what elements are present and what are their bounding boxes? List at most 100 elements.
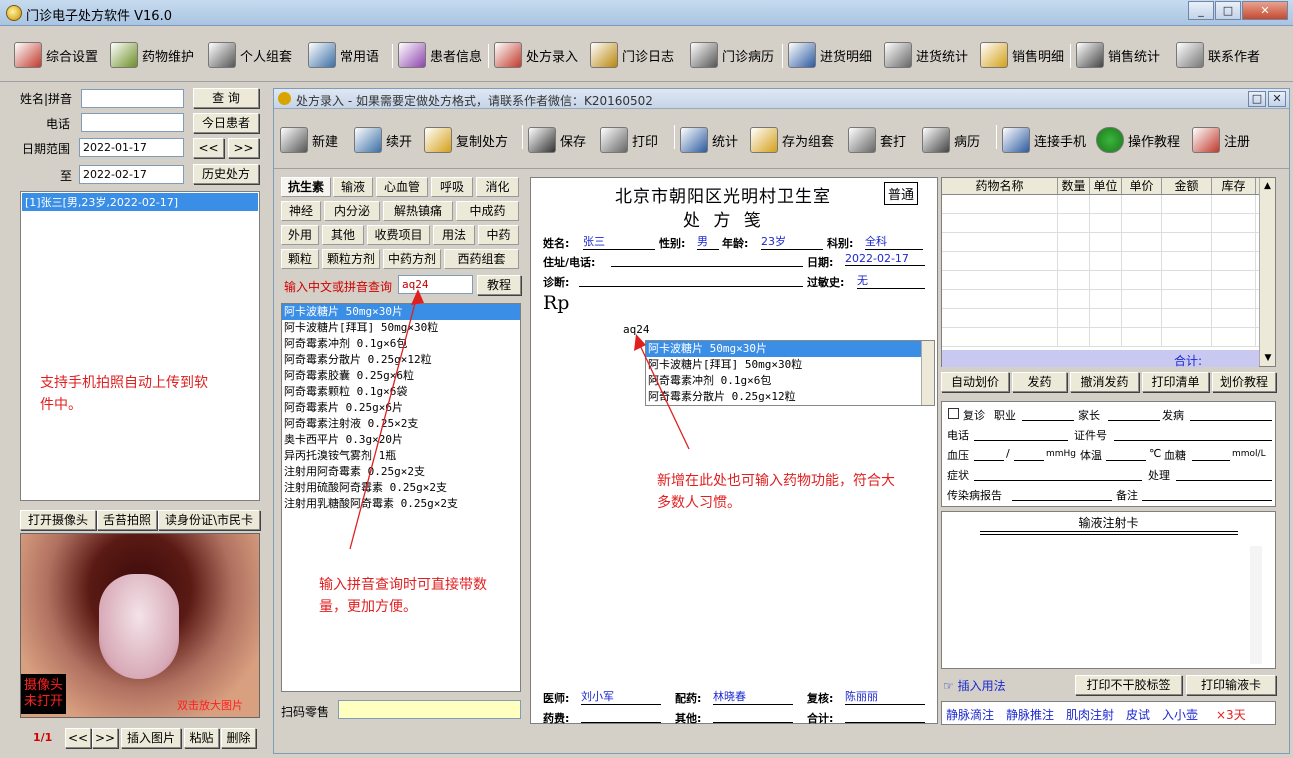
grid-cell[interactable] [1090, 233, 1122, 251]
tongue-photo-button[interactable]: 舌苔拍照 [97, 510, 157, 530]
grid-cell[interactable] [1058, 309, 1090, 327]
grid-row[interactable] [942, 195, 1275, 214]
prev-image-button[interactable]: << [65, 728, 91, 748]
insert-usage-link[interactable]: ☞ 插入用法 [943, 677, 1006, 694]
toolbar-pills-button[interactable]: 药物维护 [110, 40, 194, 70]
route-link[interactable]: 静脉滴注 [946, 706, 994, 723]
scroll-down-icon[interactable]: ▼ [1260, 350, 1276, 366]
grid-row[interactable] [942, 271, 1275, 290]
toolbar-record-button[interactable]: 门诊病历 [690, 40, 774, 70]
next-date-button[interactable]: >> [228, 138, 259, 158]
days-multiplier[interactable]: ×3天 [1216, 706, 1246, 723]
route-link[interactable]: 肌肉注射 [1066, 706, 1114, 723]
route-link[interactable]: 入小壶 [1162, 706, 1198, 723]
toolbar-patients-button[interactable]: 患者信息 [398, 40, 482, 70]
toolbar-chart-edit-button[interactable]: 常用语 [308, 40, 379, 70]
grid-cell[interactable] [942, 271, 1058, 289]
toolbar-bar-chart-button[interactable]: 进货明细 [788, 40, 872, 70]
patient-list-item[interactable]: [1]张三[男,23岁,2022-02-17] [22, 193, 258, 211]
grid-cell[interactable] [1058, 252, 1090, 270]
next-image-button[interactable]: >> [92, 728, 118, 748]
query-button[interactable]: 查 询 [193, 88, 259, 108]
grid-cell[interactable] [1058, 271, 1090, 289]
grid-cell[interactable] [1162, 214, 1212, 232]
grid-cell[interactable] [942, 214, 1058, 232]
grid-scrollbar[interactable]: ▲ ▼ [1259, 178, 1275, 366]
grid-cell[interactable] [1162, 290, 1212, 308]
grid-cell[interactable] [1122, 328, 1162, 346]
grid-cell[interactable] [1058, 195, 1090, 213]
toolbar-settings-disc-button[interactable]: 综合设置 [14, 40, 98, 70]
note-field[interactable] [1142, 500, 1272, 501]
infusion-scrollbar[interactable] [1250, 546, 1262, 664]
grid-cell[interactable] [1162, 328, 1212, 346]
route-link[interactable]: 静脉推注 [1006, 706, 1054, 723]
grid-cell[interactable] [1122, 252, 1162, 270]
toolbar-log-button[interactable]: 门诊日志 [590, 40, 674, 70]
route-link[interactable]: 皮试 [1126, 706, 1150, 723]
grid-row[interactable] [942, 290, 1275, 309]
grid-cell[interactable] [1058, 233, 1090, 251]
grid-column-header[interactable]: 单位 [1090, 178, 1122, 194]
minimize-button[interactable]: _ [1188, 1, 1214, 20]
print-label-button[interactable]: 打印不干胶标签 [1075, 675, 1182, 695]
toolbar-line-chart-button[interactable]: 进货统计 [884, 40, 968, 70]
bp-high-field[interactable] [974, 460, 1004, 461]
revisit-checkbox[interactable] [948, 408, 959, 419]
grid-cell[interactable] [1212, 214, 1256, 232]
scroll-up-icon[interactable]: ▲ [1260, 178, 1275, 194]
infectious-field[interactable] [1012, 500, 1112, 501]
grid-cell[interactable] [942, 328, 1058, 346]
toolbar-stack-button[interactable]: 个人组套 [208, 40, 292, 70]
grid-cell[interactable] [1212, 252, 1256, 270]
history-button[interactable]: 历史处方 [193, 164, 259, 184]
phone-input[interactable] [81, 113, 184, 132]
toolbar-prescription-button[interactable]: 处方录入 [494, 40, 578, 70]
grid-row[interactable] [942, 233, 1275, 252]
name-input[interactable] [81, 89, 184, 108]
close-button[interactable]: ✕ [1242, 1, 1288, 20]
grid-cell[interactable] [1090, 214, 1122, 232]
grid-row[interactable] [942, 252, 1275, 271]
date-from-input[interactable]: 2022-01-17 [79, 138, 184, 157]
temp-field[interactable] [1106, 460, 1146, 461]
grid-cell[interactable] [1058, 328, 1090, 346]
grid-cell[interactable] [942, 233, 1058, 251]
onset-field[interactable] [1190, 420, 1272, 421]
infusion-card[interactable]: 输液注射卡 [941, 511, 1276, 669]
grid-column-header[interactable]: 库存 [1212, 178, 1256, 194]
grid-row[interactable] [942, 214, 1275, 233]
grid-action-button[interactable]: 划价教程 [1212, 372, 1276, 392]
grid-cell[interactable] [1212, 328, 1256, 346]
grid-cell[interactable] [1122, 309, 1162, 327]
grid-cell[interactable] [1212, 195, 1256, 213]
insert-image-button[interactable]: 插入图片 [121, 728, 181, 748]
read-id-card-button[interactable]: 读身份证\市民卡 [158, 510, 260, 530]
grid-action-button[interactable]: 发药 [1012, 372, 1067, 392]
grid-cell[interactable] [1122, 233, 1162, 251]
grid-cell[interactable] [942, 195, 1058, 213]
grid-cell[interactable] [942, 252, 1058, 270]
grid-row[interactable] [942, 309, 1275, 328]
grid-action-button[interactable]: 撤消发药 [1070, 372, 1139, 392]
grid-cell[interactable] [1090, 309, 1122, 327]
grid-cell[interactable] [1212, 233, 1256, 251]
paste-button[interactable]: 粘贴 [184, 728, 219, 748]
sugar-field[interactable] [1192, 460, 1230, 461]
prev-date-button[interactable]: << [193, 138, 224, 158]
grid-action-button[interactable]: 自动划价 [941, 372, 1009, 392]
grid-cell[interactable] [1122, 271, 1162, 289]
grid-column-header[interactable]: 单价 [1122, 178, 1162, 194]
grid-cell[interactable] [1212, 309, 1256, 327]
parent-field[interactable] [1108, 420, 1160, 421]
treatment-field[interactable] [1176, 480, 1272, 481]
grid-cell[interactable] [942, 309, 1058, 327]
print-infusion-card-button[interactable]: 打印输液卡 [1186, 675, 1276, 695]
grid-cell[interactable] [1058, 290, 1090, 308]
grid-cell[interactable] [1090, 290, 1122, 308]
grid-cell[interactable] [1090, 271, 1122, 289]
grid-cell[interactable] [1122, 290, 1162, 308]
grid-cell[interactable] [1090, 328, 1122, 346]
grid-cell[interactable] [1058, 214, 1090, 232]
grid-cell[interactable] [1212, 271, 1256, 289]
